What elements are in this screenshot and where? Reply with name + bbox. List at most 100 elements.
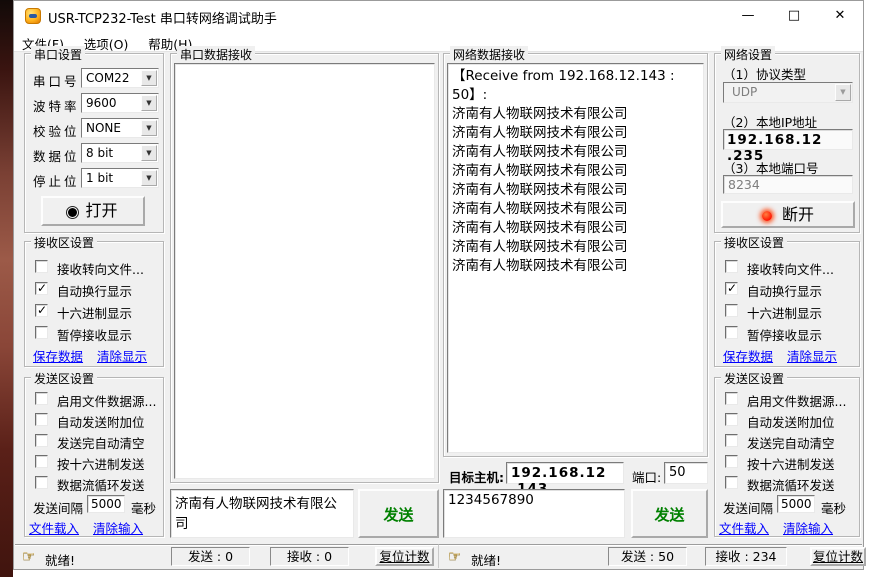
parity-select[interactable]: NONE ▼ bbox=[81, 118, 159, 138]
checkbox-send-hex[interactable] bbox=[35, 455, 48, 468]
checkbox-file-source[interactable] bbox=[725, 392, 738, 405]
chevron-down-icon: ▼ bbox=[835, 84, 851, 101]
minimize-button[interactable]: — bbox=[725, 1, 771, 31]
clear-input-link[interactable]: 清除输入 bbox=[783, 518, 833, 537]
app-window: USR-TCP232-Test 串口转网络调试助手 — □ ✕ 文件(F) 选项… bbox=[13, 0, 864, 570]
baud-rate-select[interactable]: 9600 ▼ bbox=[81, 93, 159, 113]
network-received-count: 接收 : 234 bbox=[705, 547, 787, 566]
protocol-label: （1）协议类型 bbox=[723, 64, 806, 83]
checkbox-rx-to-file[interactable] bbox=[725, 260, 738, 273]
serial-send-settings-title: 发送区设置 bbox=[31, 370, 97, 387]
chevron-down-icon[interactable]: ▼ bbox=[141, 145, 157, 161]
serial-send-input[interactable]: 济南有人物联网技术有限公司 bbox=[170, 489, 354, 538]
serial-received-count: 接收 : 0 bbox=[270, 547, 349, 566]
serial-status-bar: ☞ 就绪! 发送 : 0 接收 : 0 复位计数 bbox=[15, 544, 438, 568]
ready-hand-icon: ☞ bbox=[22, 547, 35, 565]
stop-bits-label: 停止位 bbox=[33, 171, 80, 190]
interval-input[interactable]: 5000 bbox=[87, 495, 125, 513]
clear-input-link[interactable]: 清除输入 bbox=[93, 518, 143, 537]
network-reset-count-button[interactable]: 复位计数 bbox=[810, 547, 866, 566]
com-port-select[interactable]: COM22 ▼ bbox=[81, 68, 159, 88]
interval-label: 发送间隔 bbox=[33, 498, 83, 517]
app-icon bbox=[25, 8, 41, 24]
target-port-label: 端口: bbox=[632, 467, 661, 486]
ready-hand-icon: ☞ bbox=[448, 547, 461, 565]
maximize-button[interactable]: □ bbox=[771, 1, 817, 31]
target-port-input[interactable]: 50 bbox=[664, 462, 708, 484]
checkbox-pause-rx[interactable] bbox=[725, 326, 738, 339]
interval-unit: 毫秒 bbox=[821, 498, 846, 517]
checkbox-clear-after-send[interactable] bbox=[725, 434, 738, 447]
network-send-button[interactable]: 发送 bbox=[631, 489, 708, 538]
chevron-down-icon[interactable]: ▼ bbox=[141, 120, 157, 136]
clear-display-link[interactable]: 清除显示 bbox=[97, 346, 147, 365]
network-receive-settings-title: 接收区设置 bbox=[721, 234, 787, 251]
checkbox-clear-after-send[interactable] bbox=[35, 434, 48, 447]
network-receive-title: 网络数据接收 bbox=[450, 46, 528, 63]
window-title: USR-TCP232-Test 串口转网络调试助手 bbox=[48, 8, 277, 27]
interval-unit: 毫秒 bbox=[131, 498, 156, 517]
load-file-link[interactable]: 文件载入 bbox=[719, 518, 769, 537]
checkbox-loop-send[interactable] bbox=[35, 476, 48, 489]
save-data-link[interactable]: 保存数据 bbox=[723, 346, 773, 365]
connected-led-icon bbox=[762, 211, 772, 221]
target-host-input[interactable]: 192.168.12 .143 bbox=[506, 462, 624, 484]
network-sent-count: 发送 : 50 bbox=[608, 547, 687, 566]
serial-receive-settings-group: 接收区设置 接收转向文件... 自动换行显示 十六进制显示 暂停接收显示 保存数… bbox=[24, 241, 164, 367]
serial-receive-area[interactable] bbox=[174, 63, 435, 479]
network-status-bar: ☞ 就绪! 发送 : 50 接收 : 234 复位计数 bbox=[438, 544, 862, 568]
serial-reset-count-button[interactable]: 复位计数 bbox=[375, 547, 434, 566]
serial-receive-group: 串口数据接收 bbox=[170, 53, 439, 483]
checkbox-auto-append[interactable] bbox=[35, 413, 48, 426]
target-host-label: 目标主机: bbox=[449, 467, 504, 486]
chevron-down-icon[interactable]: ▼ bbox=[141, 170, 157, 186]
checkbox-hex-display[interactable] bbox=[35, 304, 48, 317]
checkbox-rx-to-file[interactable] bbox=[35, 260, 48, 273]
checkbox-loop-send[interactable] bbox=[725, 476, 738, 489]
interval-label: 发送间隔 bbox=[723, 498, 773, 517]
checkbox-send-hex[interactable] bbox=[725, 455, 738, 468]
checkbox-auto-append[interactable] bbox=[725, 413, 738, 426]
open-serial-button[interactable]: 打开 bbox=[41, 196, 145, 226]
interval-input[interactable]: 5000 bbox=[777, 495, 815, 513]
serial-settings-group: 串口设置 串口号 COM22 ▼ 波特率 9600 ▼ 校验位 NONE ▼ 数… bbox=[24, 53, 164, 233]
closed-led-icon bbox=[68, 208, 77, 217]
local-ip-input[interactable]: 192.168.12 .235 bbox=[723, 129, 853, 150]
checkbox-pause-rx[interactable] bbox=[35, 326, 48, 339]
serial-settings-title: 串口设置 bbox=[31, 46, 85, 63]
disconnect-button[interactable]: 断开 bbox=[721, 201, 855, 228]
serial-send-button[interactable]: 发送 bbox=[358, 489, 439, 538]
close-button[interactable]: ✕ bbox=[817, 1, 863, 31]
network-ready-text: 就绪! bbox=[471, 550, 501, 569]
chevron-down-icon[interactable]: ▼ bbox=[141, 95, 157, 111]
data-bits-label: 数据位 bbox=[33, 146, 80, 165]
clear-display-link[interactable]: 清除显示 bbox=[787, 346, 837, 365]
load-file-link[interactable]: 文件载入 bbox=[29, 518, 79, 537]
protocol-select[interactable]: UDP ▼ bbox=[723, 82, 853, 103]
com-port-label: 串口号 bbox=[33, 71, 80, 90]
serial-sent-count: 发送 : 0 bbox=[171, 547, 250, 566]
checkbox-auto-newline[interactable] bbox=[35, 282, 48, 295]
serial-ready-text: 就绪! bbox=[45, 550, 75, 569]
baud-rate-label: 波特率 bbox=[33, 96, 80, 115]
data-bits-select[interactable]: 8 bit ▼ bbox=[81, 143, 159, 163]
network-settings-group: 网络设置 （1）协议类型 UDP ▼ （2）本地IP地址 192.168.12 … bbox=[714, 53, 860, 233]
checkbox-file-source[interactable] bbox=[35, 392, 48, 405]
network-send-input[interactable]: 1234567890 bbox=[443, 489, 625, 538]
checkbox-auto-newline[interactable] bbox=[725, 282, 738, 295]
serial-send-settings-group: 发送区设置 启用文件数据源... 自动发送附加位 发送完自动清空 按十六进制发送… bbox=[24, 377, 164, 537]
network-settings-title: 网络设置 bbox=[721, 46, 775, 63]
chevron-down-icon[interactable]: ▼ bbox=[141, 70, 157, 86]
checkbox-hex-display[interactable] bbox=[725, 304, 738, 317]
network-receive-settings-group: 接收区设置 接收转向文件... 自动换行显示 十六进制显示 暂停接收显示 保存数… bbox=[714, 241, 860, 367]
network-send-settings-title: 发送区设置 bbox=[721, 370, 787, 387]
network-receive-area[interactable]: 【Receive from 192.168.12.143 : 50】: 济南有人… bbox=[447, 63, 704, 453]
stop-bits-select[interactable]: 1 bit ▼ bbox=[81, 168, 159, 188]
network-receive-group: 网络数据接收 【Receive from 192.168.12.143 : 50… bbox=[443, 53, 708, 457]
local-port-input[interactable]: 8234 bbox=[723, 175, 853, 194]
serial-receive-settings-title: 接收区设置 bbox=[31, 234, 97, 251]
title-bar: USR-TCP232-Test 串口转网络调试助手 — □ ✕ bbox=[14, 1, 863, 31]
serial-receive-title: 串口数据接收 bbox=[177, 46, 255, 63]
save-data-link[interactable]: 保存数据 bbox=[33, 346, 83, 365]
parity-label: 校验位 bbox=[33, 121, 80, 140]
